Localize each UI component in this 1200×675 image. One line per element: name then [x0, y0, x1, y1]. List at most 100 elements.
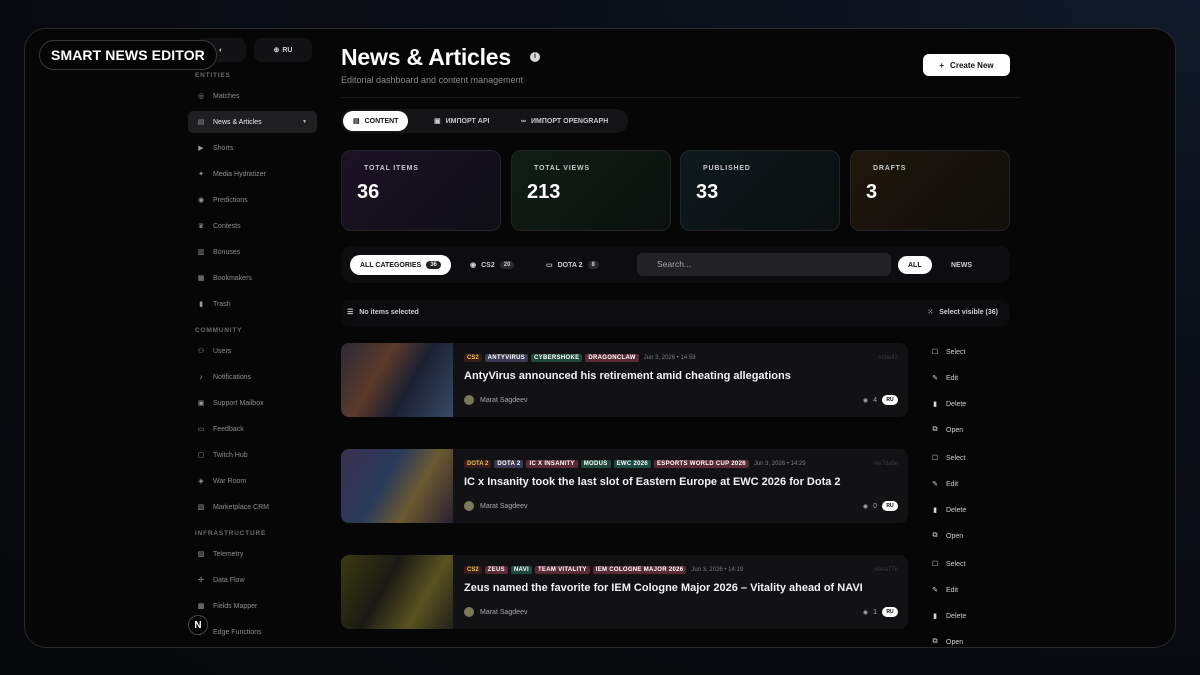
- article-id: #eea77e: [874, 567, 898, 573]
- article-title[interactable]: Zeus named the favorite for IEM Cologne …: [464, 582, 863, 594]
- action-label: Edit: [946, 374, 959, 382]
- avatar: [464, 607, 474, 617]
- sidebar-item-marketplace-crm[interactable]: ▧ Marketplace CRM: [188, 496, 317, 518]
- sidebar-item-users[interactable]: ⚇ Users: [188, 340, 317, 362]
- game-badge: CS2: [464, 354, 482, 362]
- article-card[interactable]: CS2 ZEUS NAVI TEAM VITALITY IEM COLOGNE MAJO…: [341, 555, 908, 629]
- trophy-icon: ♛: [197, 223, 205, 230]
- info-icon[interactable]: i: [530, 52, 540, 62]
- chip-count: 36: [426, 261, 441, 269]
- article-tags: CS2 ANTYVIRUS CYBERSHOKE DRAGONCLAW Jun 3, 2…: [464, 352, 696, 364]
- select-button[interactable]: ☐ Select: [931, 454, 966, 463]
- delete-button[interactable]: ▮ Delete: [931, 612, 966, 621]
- action-label: Select: [946, 454, 966, 462]
- category-chip-cs2[interactable]: ◉ CS2 20: [460, 255, 524, 275]
- article-tag: DOTA 2: [494, 460, 524, 468]
- select-visible-label: Select visible (36): [939, 308, 998, 316]
- sidebar-item-label: Bookmakers: [213, 274, 252, 282]
- avatar: [464, 501, 474, 511]
- article-thumbnail: [341, 555, 453, 629]
- delete-button[interactable]: ▮ Delete: [931, 506, 966, 515]
- action-label: Select: [946, 560, 966, 568]
- bell-icon: ♪: [199, 373, 203, 381]
- moon-icon: ◐: [218, 46, 224, 54]
- sidebar-item-fields-mapper[interactable]: ▩ Fields Mapper: [188, 595, 317, 617]
- article-tag: ZEUS: [484, 566, 508, 574]
- language-label: RU: [282, 46, 293, 54]
- category-chip-all[interactable]: ALL CATEGORIES 36: [350, 255, 451, 275]
- open-button[interactable]: ⧉ Open: [931, 532, 964, 540]
- trash-icon: ▮: [933, 401, 937, 408]
- open-button[interactable]: ⧉ Open: [931, 638, 964, 646]
- sidebar-item-label: Feedback: [213, 425, 244, 433]
- sidebar-item-data-flow[interactable]: ✢ Data Flow: [188, 569, 317, 591]
- sidebar-item-label: War Room: [213, 477, 247, 485]
- chip-label: NEWS: [951, 261, 972, 269]
- select-visible-button[interactable]: ⁙ Select visible (36): [927, 308, 998, 317]
- pencil-icon: ✎: [932, 481, 938, 488]
- sidebar-item-label: Support Mailbox: [213, 399, 264, 407]
- filter-bar: ALL CATEGORIES 36 ◉ CS2 20 ▭ DOTA 2 8 AL…: [341, 246, 1010, 283]
- store-icon: ▧: [197, 504, 205, 511]
- sidebar-item-shorts[interactable]: ▶ Shorts: [188, 137, 317, 159]
- article-card[interactable]: CS2 ANTYVIRUS CYBERSHOKE DRAGONCLAW Jun 3, 2…: [341, 343, 908, 417]
- type-chip-news[interactable]: NEWS: [941, 255, 982, 275]
- view-count: 4: [873, 396, 877, 404]
- sidebar-item-twitch-hub[interactable]: ▢ Twitch Hub: [188, 444, 317, 466]
- ball-icon: ◎: [197, 93, 205, 100]
- action-label: Open: [946, 532, 964, 540]
- article-title[interactable]: IC x Insanity took the last slot of East…: [464, 476, 841, 488]
- tab-label: ИМПОРТ API: [445, 117, 490, 125]
- view-count: 0: [873, 502, 877, 510]
- chart-icon: ▨: [197, 551, 205, 558]
- newspaper-icon: ▤: [197, 119, 205, 126]
- article-title[interactable]: AntyVirus announced his retirement amid …: [464, 370, 791, 382]
- sidebar-item-feedback[interactable]: ▭ Feedback: [188, 418, 317, 440]
- stat-label: TOTAL VIEWS: [534, 165, 590, 172]
- article-card[interactable]: DOTA 2 DOTA 2 IC X INSANITY MODUS EWC 2026 ES…: [341, 449, 908, 523]
- select-button[interactable]: ☐ Select: [931, 560, 966, 569]
- sidebar-item-support-mailbox[interactable]: ▣ Support Mailbox: [188, 392, 317, 414]
- sidebar-item-telemetry[interactable]: ▨ Telemetry: [188, 543, 317, 565]
- map-icon: ▩: [197, 603, 205, 610]
- trash-icon: ▮: [933, 613, 937, 620]
- gamepad-icon: ◈: [198, 478, 204, 485]
- grid-icon: ⁙: [927, 309, 934, 316]
- chip-count: 20: [499, 261, 515, 269]
- edit-button[interactable]: ✎ Edit: [931, 586, 958, 595]
- sidebar-item-notifications[interactable]: ♪ Notifications: [188, 366, 317, 388]
- eye-icon: ◉: [862, 503, 869, 510]
- sidebar-item-trash[interactable]: ▮ Trash: [188, 293, 317, 315]
- sidebar-item-war-room[interactable]: ◈ War Room: [188, 470, 317, 492]
- type-chip-all[interactable]: ALL: [898, 256, 932, 274]
- edit-button[interactable]: ✎ Edit: [931, 480, 958, 489]
- category-chip-dota2[interactable]: ▭ DOTA 2 8: [536, 255, 609, 275]
- checkbox-icon: ☐: [931, 561, 939, 568]
- sidebar-item-bookmakers[interactable]: ▦ Bookmakers: [188, 267, 317, 289]
- create-new-button[interactable]: + Create New: [923, 54, 1010, 76]
- edit-button[interactable]: ✎ Edit: [931, 374, 959, 383]
- sidebar-item-label: Marketplace CRM: [213, 503, 270, 511]
- image-icon: ▣: [434, 118, 441, 125]
- article-tag: EWC 2026: [613, 460, 651, 468]
- sidebar-item-bonuses[interactable]: ▥ Bonuses: [188, 241, 317, 263]
- chip-count: 8: [587, 261, 599, 269]
- delete-button[interactable]: ▮ Delete: [931, 400, 966, 409]
- target-icon: ◉: [197, 197, 205, 204]
- trash-icon: ▮: [933, 507, 937, 514]
- sidebar-item-predictions[interactable]: ◉ Predictions: [188, 189, 317, 211]
- tab-content[interactable]: ▤ CONTENT: [343, 111, 409, 131]
- tab-import-opengraph[interactable]: ∞ ИМПОРТ OPENGRAPH: [511, 111, 618, 131]
- next-logo-badge[interactable]: N: [188, 615, 208, 635]
- select-button[interactable]: ☐ Select: [931, 348, 966, 357]
- search-input[interactable]: [637, 253, 891, 276]
- author-name: Marat Sagdeev: [480, 396, 528, 404]
- open-button[interactable]: ⧉ Open: [931, 426, 964, 434]
- header-divider: [341, 97, 1021, 98]
- sidebar-item-news-articles[interactable]: ▤ News & Articles ▼: [188, 111, 317, 133]
- sidebar-item-matches[interactable]: ◎ Matches: [188, 85, 317, 107]
- language-button[interactable]: ⊕ RU: [254, 38, 312, 62]
- sidebar-item-contests[interactable]: ♛ Contests: [188, 215, 317, 237]
- tab-import-api[interactable]: ▣ ИМПОРТ API: [424, 111, 499, 131]
- sidebar-item-media-hydratizer[interactable]: ✦ Media Hydratizer: [188, 163, 317, 185]
